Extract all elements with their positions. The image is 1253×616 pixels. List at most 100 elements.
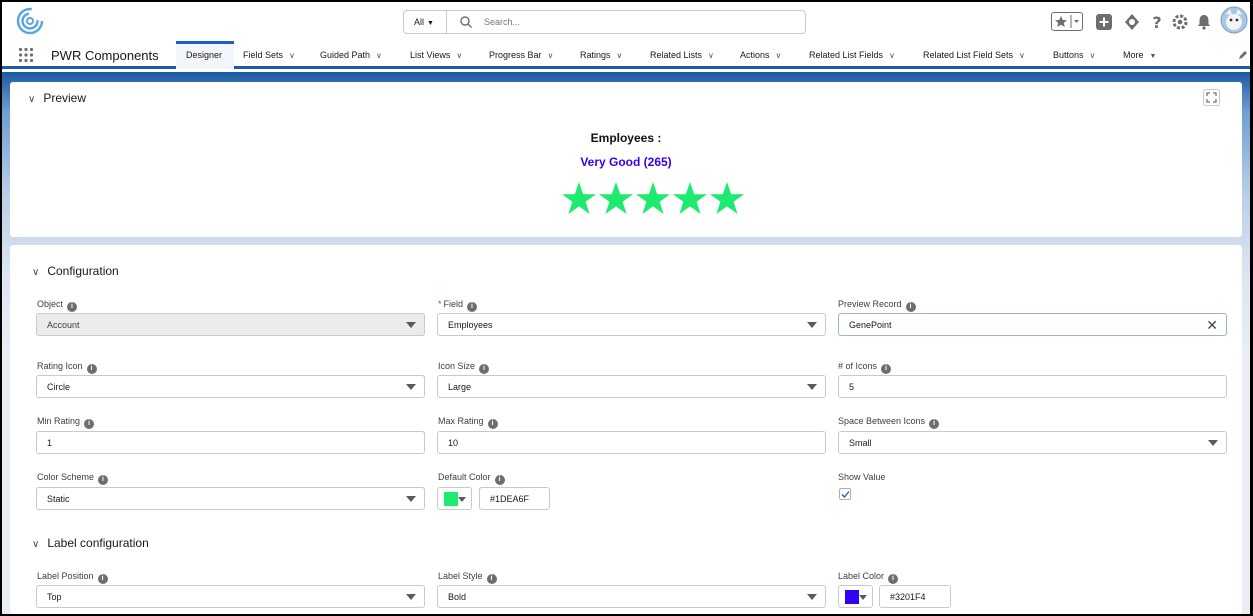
label-text: # of Icons [838,361,878,371]
tab-designer[interactable]: Designer [176,41,234,69]
tab-related-list-fields[interactable]: Related List Fields ∨ [809,41,895,69]
info-icon[interactable]: i [487,419,498,429]
tab-buttons[interactable]: Buttons ∨ [1053,41,1095,69]
section-title: Label configuration [47,536,149,550]
tab-label: List Views [410,50,451,60]
avatar[interactable] [1220,6,1248,34]
chevron-down-icon[interactable]: ∨ [889,51,895,60]
info-icon[interactable]: i [929,419,940,429]
select-value: Static [47,494,70,504]
default-color-input[interactable]: #1DEA6F [479,487,550,510]
min-rating-input[interactable]: 1 [36,431,425,454]
chevron-down-icon[interactable]: ∨ [776,51,782,60]
chevron-down-icon[interactable]: ∨ [376,51,382,60]
help-icon[interactable]: ? [1148,13,1166,31]
chevron-down-icon[interactable]: ∨ [456,51,462,60]
chevron-down-icon[interactable]: ∨ [617,51,623,60]
tab-field-sets[interactable]: Field Sets ∨ [243,41,295,69]
chevron-down-icon[interactable]: ∨ [1019,51,1025,60]
info-icon[interactable]: i [905,302,916,312]
favorites-icon[interactable] [1051,12,1083,31]
label-position-select[interactable]: Top [36,585,425,608]
select-value: Bold [448,592,467,602]
label-configuration-section-toggle[interactable]: ∨ Label configuration [32,536,149,550]
search-scope-dropdown[interactable]: All ▼ [404,11,447,33]
tab-related-lists[interactable]: Related Lists ∨ [650,41,714,69]
expand-button[interactable] [1203,89,1220,106]
preview-record-lookup[interactable]: GenePoint ✕ [838,313,1227,336]
show-value-label: Show Value [838,472,886,482]
default-color-picker-button[interactable] [437,487,472,510]
preview-section-toggle[interactable]: ∨ Preview [28,91,86,105]
label-color-input[interactable]: #3201F4 [879,585,951,608]
field-label: * Field i [438,299,478,312]
edit-nav-pencil-icon[interactable] [1238,50,1248,60]
section-title: Configuration [47,264,119,278]
search-input[interactable] [484,14,784,30]
space-between-select[interactable]: Small [838,431,1227,454]
rating-star-icon[interactable] [598,181,634,217]
tab-related-list-field-sets[interactable]: Related List Field Sets ∨ [923,41,1025,69]
label-text: Default Color [438,472,491,482]
info-icon[interactable]: i [86,364,97,374]
required-marker: * [438,299,442,309]
tab-more[interactable]: More ▼ [1123,41,1156,69]
rating-icon-select[interactable]: Circle [36,375,425,398]
configuration-section-toggle[interactable]: ∨ Configuration [32,264,119,278]
rating-star-icon[interactable] [635,181,671,217]
close-icon[interactable]: ✕ [1206,317,1218,334]
chevron-down-icon: ∨ [28,94,36,105]
chevron-down-icon[interactable]: ∨ [1090,51,1096,60]
info-icon[interactable]: i [467,302,478,312]
info-icon[interactable]: i [98,475,109,485]
rating-star-icon[interactable] [561,181,597,217]
info-icon[interactable]: i [67,302,78,312]
label-color-picker-button[interactable] [838,585,873,608]
chevron-down-icon[interactable]: ∨ [548,51,554,60]
info-icon[interactable]: i [494,475,505,485]
color-scheme-select[interactable]: Static [36,487,425,510]
select-value: Account [47,320,80,330]
label-text: Space Between Icons [838,416,926,426]
label-text: Field [443,299,464,309]
add-icon[interactable] [1095,13,1113,31]
gear-icon[interactable] [1171,13,1189,31]
trailhead-icon[interactable] [1123,13,1141,31]
tab-ratings[interactable]: Ratings ∨ [580,41,622,69]
tab-actions[interactable]: Actions ∨ [740,41,781,69]
tab-progress-bar[interactable]: Progress Bar ∨ [489,41,553,69]
select-value: Small [849,438,872,448]
rating-star-icon[interactable] [672,181,708,217]
object-select[interactable]: Account [36,313,425,336]
info-icon[interactable]: i [888,574,899,584]
icon-size-select[interactable]: Large [437,375,826,398]
configuration-card: ∨ Configuration Object i Account * Field i E… [10,245,1242,614]
chevron-down-icon[interactable]: ∨ [289,51,295,60]
info-icon[interactable]: i [479,364,490,374]
tab-list-views[interactable]: List Views ∨ [410,41,462,69]
notifications-bell-icon[interactable] [1195,13,1213,31]
app-logo-icon[interactable] [16,7,44,35]
tab-label: Field Sets [243,50,284,60]
info-icon[interactable]: i [84,419,95,429]
num-icons-input[interactable]: 5 [838,375,1227,398]
input-value: 1 [47,438,53,448]
chevron-down-icon[interactable]: ∨ [708,51,714,60]
label-style-label: Label Style i [438,571,497,584]
tab-guided-path[interactable]: Guided Path ∨ [320,41,382,69]
field-select[interactable]: Employees [437,313,826,336]
max-rating-input[interactable]: 10 [437,431,826,454]
rating-star-icon[interactable] [709,181,745,217]
caret-down-icon [406,384,416,390]
caret-down-icon[interactable]: ▼ [1150,53,1157,60]
info-icon[interactable]: i [486,574,497,584]
space-between-label: Space Between Icons i [838,416,940,429]
label-text: Color Scheme [37,472,95,482]
caret-down-icon [406,594,416,600]
info-icon[interactable]: i [881,364,892,374]
show-value-checkbox[interactable] [839,488,851,500]
label-style-select[interactable]: Bold [437,585,826,608]
app-launcher-icon[interactable] [18,47,34,63]
info-icon[interactable]: i [97,574,108,584]
search-icon [460,16,472,28]
